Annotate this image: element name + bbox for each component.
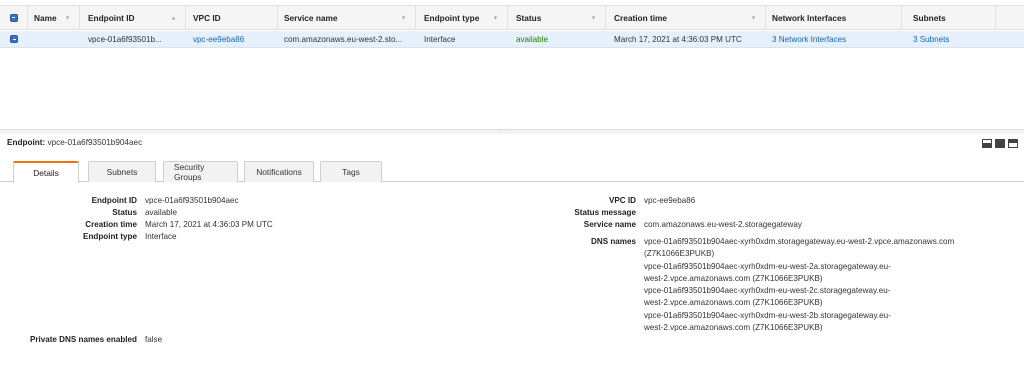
prop-value: false xyxy=(145,335,163,344)
column-header-label: Service name xyxy=(284,12,338,23)
prop-private-dns-enabled: Private DNS names enabled false xyxy=(0,334,162,346)
pane-maximize-icon[interactable] xyxy=(995,139,1005,148)
sort-icon[interactable]: ▾ xyxy=(592,14,595,21)
sort-icon[interactable]: ▾ xyxy=(494,14,497,21)
column-header-label: Endpoint ID xyxy=(88,12,135,23)
cell-creation-time: March 17, 2021 at 4:36:03 PM UTC xyxy=(614,34,742,44)
row-select-cell xyxy=(0,31,28,47)
cell-status: available xyxy=(516,34,548,44)
prop-label: Private DNS names enabled xyxy=(29,335,137,344)
detail-title-label: Endpoint: xyxy=(7,138,46,147)
column-header-name[interactable]: Name ▾ xyxy=(28,6,80,29)
prop-label: VPC ID xyxy=(609,196,636,205)
cell-vpc-id-link[interactable]: vpc-ee9eba86 xyxy=(186,31,278,47)
pane-layout-controls xyxy=(982,139,1018,148)
prop-endpoint-type: Endpoint type Interface xyxy=(0,231,177,243)
dns-name-line: vpce-01a6f93501b904aec-xyrh0xdm-eu-west-… xyxy=(644,286,891,296)
prop-vpc-id: VPC ID vpc-ee9eba86 xyxy=(500,195,695,207)
prop-value: vpce-01a6f93501b904aec xyxy=(145,196,239,205)
column-header-network-interfaces[interactable]: Network Interfaces xyxy=(766,6,902,29)
prop-label: Endpoint type xyxy=(83,232,137,241)
cell-endpoint-id: vpce-01a6f93501b... xyxy=(88,34,162,44)
prop-vpc-id-link[interactable]: vpc-ee9eba86 xyxy=(636,195,695,207)
prop-dns-names: DNS names xyxy=(500,236,636,248)
dns-name-line: west-2.vpce.amazonaws.com (Z7K1066E3PUKB… xyxy=(644,298,823,308)
pane-splitter[interactable]: · · · xyxy=(0,130,1024,135)
column-header-label: Status xyxy=(516,12,542,23)
detail-tabs: Details Subnets Security Groups Notifica… xyxy=(0,158,1024,183)
dns-name-line: west-2.vpce.amazonaws.com (Z7K1066E3PUKB… xyxy=(644,323,823,333)
tab-security-groups[interactable]: Security Groups xyxy=(163,161,238,182)
prop-label: Creation time xyxy=(85,220,137,229)
sort-icon[interactable]: ▾ xyxy=(752,14,755,21)
sort-icon[interactable]: ▾ xyxy=(66,14,69,21)
prop-value: com.amazonaws.eu-west-2.storagegateway xyxy=(644,220,802,229)
column-header-vpc-id[interactable]: VPC ID xyxy=(186,6,278,29)
cell-service-name: com.amazonaws.eu-west-2.sto... xyxy=(284,34,403,44)
tab-details[interactable]: Details xyxy=(13,161,79,183)
dns-names-list: vpce-01a6f93501b904aec-xyrh0xdm.storageg… xyxy=(644,236,1014,334)
dns-name-line: vpce-01a6f93501b904aec-xyrh0xdm-eu-west-… xyxy=(644,310,891,320)
prop-service-name: Service name com.amazonaws.eu-west-2.sto… xyxy=(500,219,802,231)
column-header-status[interactable]: Status ▾ xyxy=(508,6,606,29)
select-all-cell xyxy=(0,6,28,29)
cell-subnets-link[interactable]: 3 Subnets xyxy=(902,31,996,47)
column-header-label: Network Interfaces xyxy=(772,12,847,23)
table-row[interactable]: vpce-01a6f93501b... vpc-ee9eba86 com.ama… xyxy=(0,31,1024,48)
column-header-service-name[interactable]: Service name ▾ xyxy=(278,6,416,29)
column-header-creation-time[interactable]: Creation time ▾ xyxy=(606,6,766,29)
prop-value: Interface xyxy=(145,232,177,241)
cell-endpoint-type: Interface xyxy=(424,34,456,44)
column-header-label: Name xyxy=(34,12,57,23)
pane-bottom-icon[interactable] xyxy=(982,139,992,148)
dns-name-line: west-2.vpce.amazonaws.com (Z7K1066E3PUKB… xyxy=(644,273,823,283)
column-header-label: Creation time xyxy=(614,12,668,23)
column-header-label: Subnets xyxy=(913,12,946,23)
sort-asc-icon[interactable]: ▴ xyxy=(172,14,175,21)
prop-status-message: Status message xyxy=(500,207,644,219)
column-header-label: Endpoint type xyxy=(424,12,480,23)
detail-title-value: vpce-01a6f93501b904aec xyxy=(47,138,143,147)
prop-value: available xyxy=(145,208,177,217)
sort-icon[interactable]: ▾ xyxy=(402,14,405,21)
prop-label: DNS names xyxy=(591,237,636,246)
pane-minimize-icon[interactable] xyxy=(1008,139,1018,148)
cell-name xyxy=(28,31,80,47)
prop-creation-time: Creation time March 17, 2021 at 4:36:03 … xyxy=(0,219,273,231)
prop-label: Status message xyxy=(574,208,636,217)
tab-tags[interactable]: Tags xyxy=(320,161,382,182)
column-header-endpoint-type[interactable]: Endpoint type ▾ xyxy=(416,6,508,29)
select-all-checkbox[interactable] xyxy=(9,13,18,22)
dns-name-line: (Z7K1066E3PUKB) xyxy=(644,249,715,259)
prop-label: Service name xyxy=(583,220,636,229)
detail-title: Endpoint: vpce-01a6f93501b904aec xyxy=(7,138,142,147)
tab-subnets[interactable]: Subnets xyxy=(88,161,156,182)
endpoints-table: Name ▾ Endpoint ID ▴ VPC ID Service name… xyxy=(0,0,1024,130)
prop-label: Status xyxy=(112,208,137,217)
prop-label: Endpoint ID xyxy=(91,196,137,205)
prop-endpoint-id: Endpoint ID vpce-01a6f93501b904aec xyxy=(0,195,239,207)
prop-value xyxy=(636,207,644,219)
column-header-label: VPC ID xyxy=(193,12,221,23)
dns-name-line: vpce-01a6f93501b904aec-xyrh0xdm-eu-west-… xyxy=(644,261,891,271)
dns-name-line: vpce-01a6f93501b904aec-xyrh0xdm.storageg… xyxy=(644,237,955,246)
prop-value: March 17, 2021 at 4:36:03 PM UTC xyxy=(145,220,273,229)
cell-network-interfaces-link[interactable]: 3 Network Interfaces xyxy=(766,31,902,47)
splitter-grip-icon[interactable]: · · · xyxy=(500,130,513,135)
column-header-subnets[interactable]: Subnets xyxy=(902,6,996,29)
column-header-endpoint-id[interactable]: Endpoint ID ▴ xyxy=(80,6,186,29)
tab-notifications[interactable]: Notifications xyxy=(244,161,314,182)
table-header: Name ▾ Endpoint ID ▴ VPC ID Service name… xyxy=(0,5,1024,30)
prop-status: Status available xyxy=(0,207,177,219)
row-checkbox[interactable] xyxy=(10,35,18,43)
